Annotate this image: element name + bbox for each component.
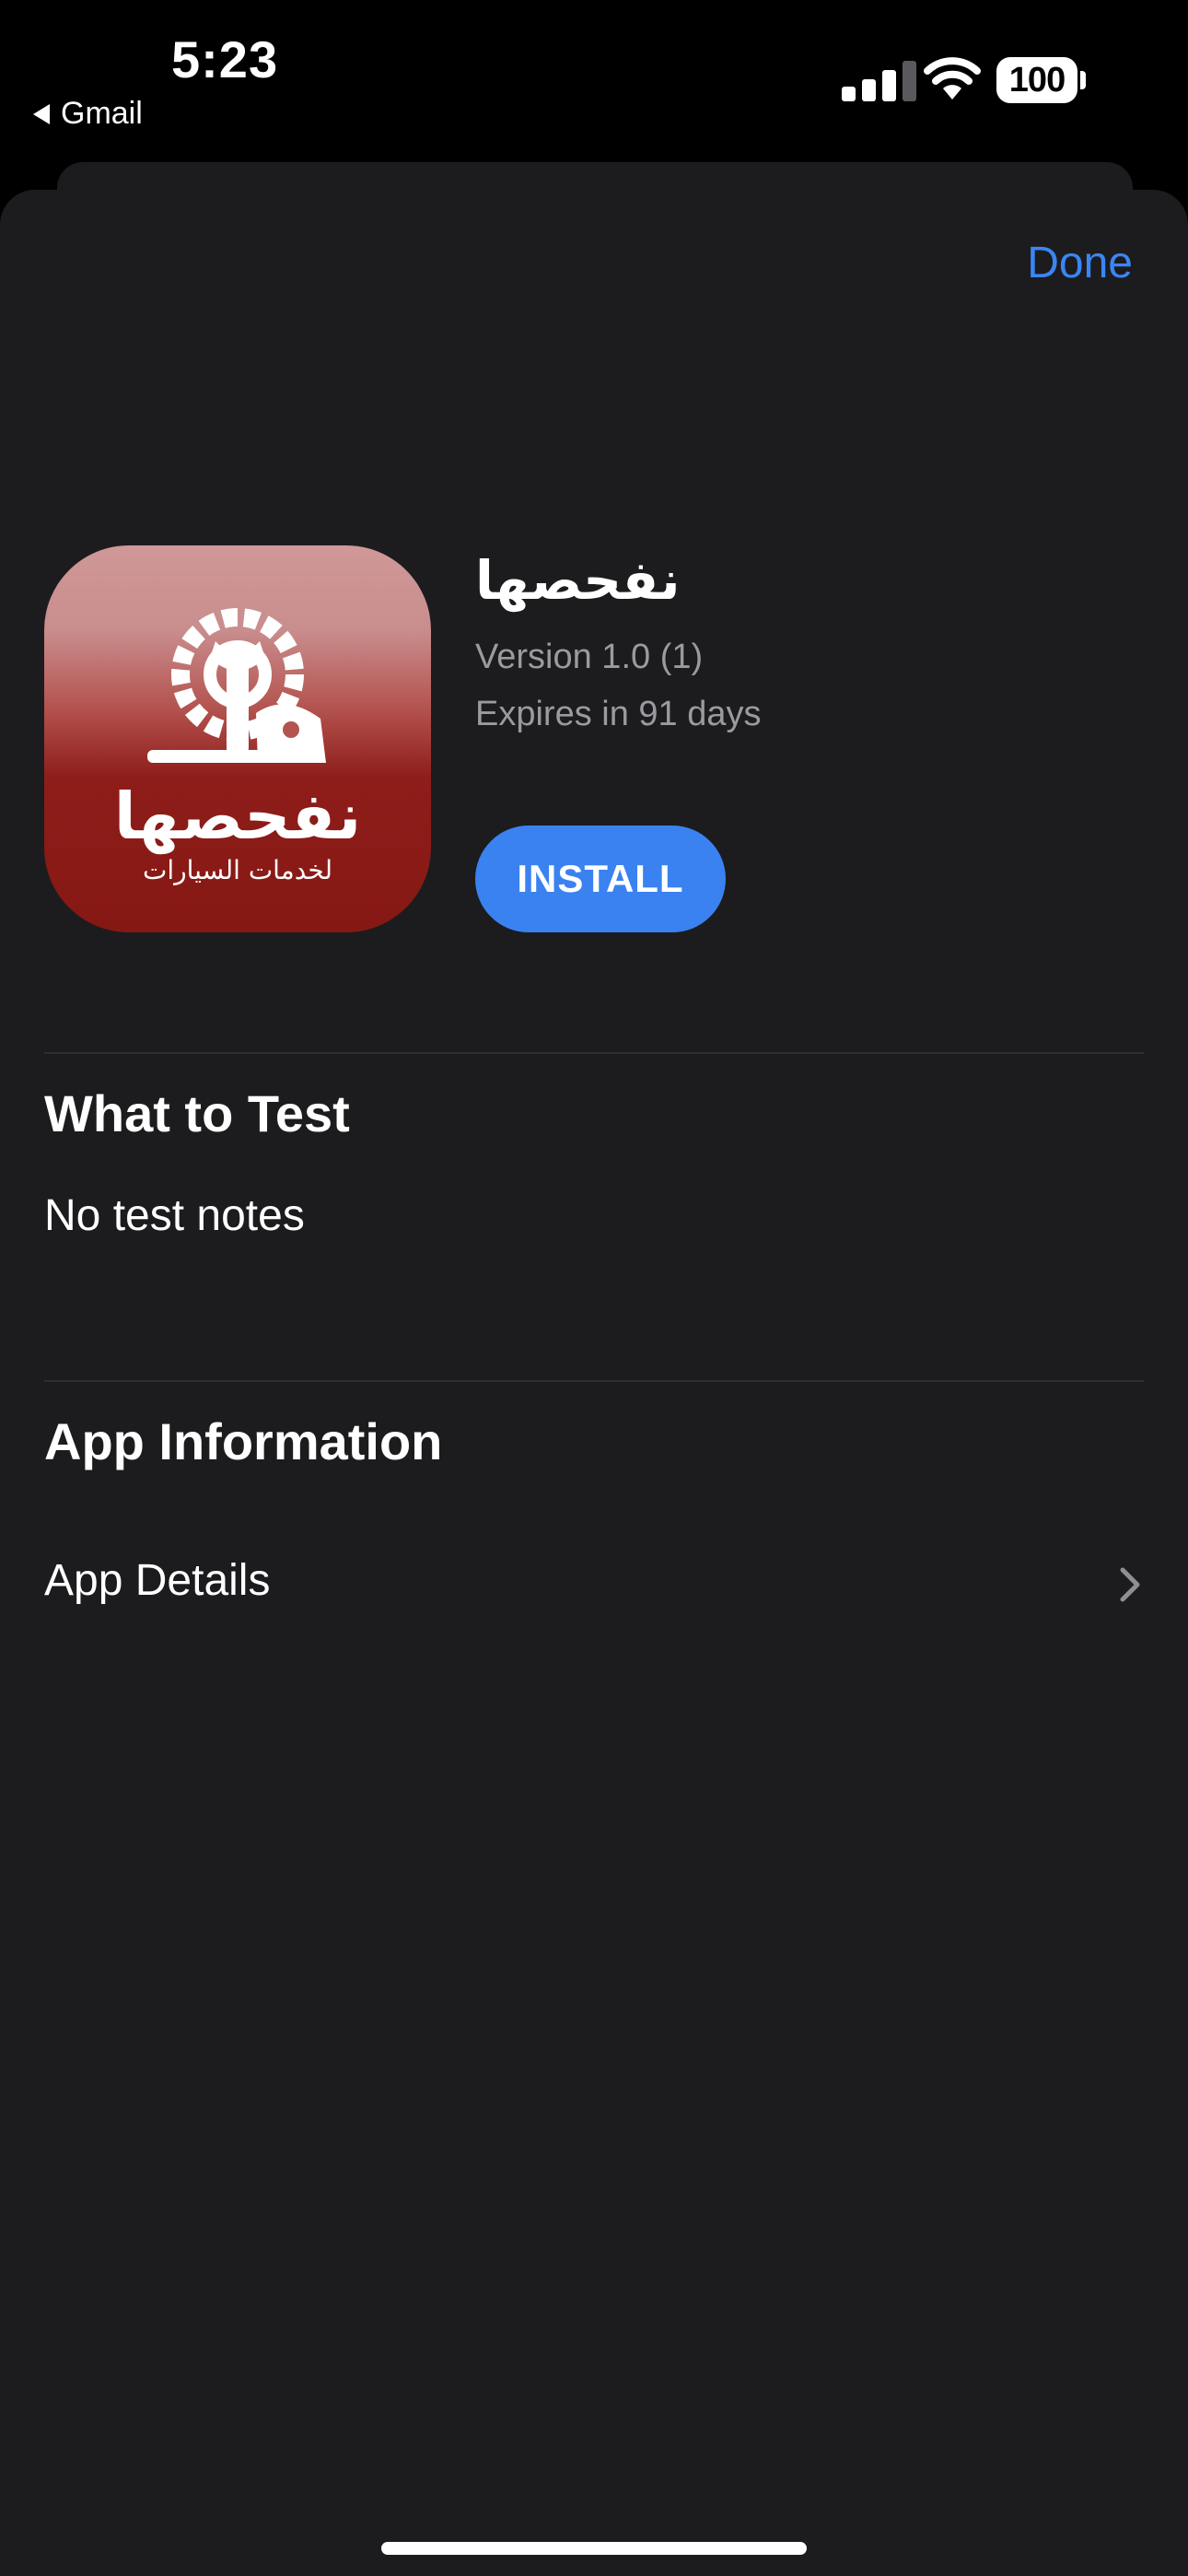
- divider: [44, 1380, 1144, 1382]
- app-information-title: App Information: [44, 1412, 443, 1470]
- back-arrow-icon: [33, 103, 50, 124]
- status-time: 5:23: [171, 30, 279, 88]
- chevron-right-icon: [1120, 1567, 1140, 1602]
- app-details-label: App Details: [44, 1556, 271, 1605]
- home-indicator[interactable]: [381, 2542, 807, 2555]
- back-to-app-link[interactable]: Gmail: [33, 96, 143, 132]
- back-app-label: Gmail: [61, 96, 143, 131]
- battery-level: 100: [996, 57, 1077, 103]
- logo-base-bar: [147, 750, 322, 763]
- battery-cap: [1080, 71, 1086, 89]
- cellular-signal-icon: [842, 61, 916, 101]
- install-button[interactable]: INSTALL: [475, 825, 726, 932]
- what-to-test-title: What to Test: [44, 1084, 350, 1142]
- battery-icon: 100: [996, 57, 1089, 103]
- app-name: نفحصها: [475, 551, 681, 611]
- app-version: Version 1.0 (1): [475, 638, 704, 676]
- wifi-icon: [924, 57, 981, 100]
- logo-wrench-handle: [227, 656, 249, 757]
- done-button[interactable]: Done: [1027, 238, 1133, 288]
- app-details-row[interactable]: App Details: [0, 1529, 1188, 1640]
- app-logo-graphic: نفحصها لخدمات السيارات: [114, 608, 362, 885]
- icon-app-name: نفحصها: [114, 779, 362, 854]
- divider: [44, 1052, 1144, 1054]
- app-expiry: Expires in 91 days: [475, 695, 762, 733]
- status-bar: 5:23 Gmail 100: [0, 0, 1188, 166]
- icon-tagline: لخدمات السيارات: [143, 855, 332, 885]
- app-icon: نفحصها لخدمات السيارات: [44, 545, 431, 932]
- logo-car-wheel: [283, 721, 299, 738]
- test-notes: No test notes: [44, 1191, 305, 1240]
